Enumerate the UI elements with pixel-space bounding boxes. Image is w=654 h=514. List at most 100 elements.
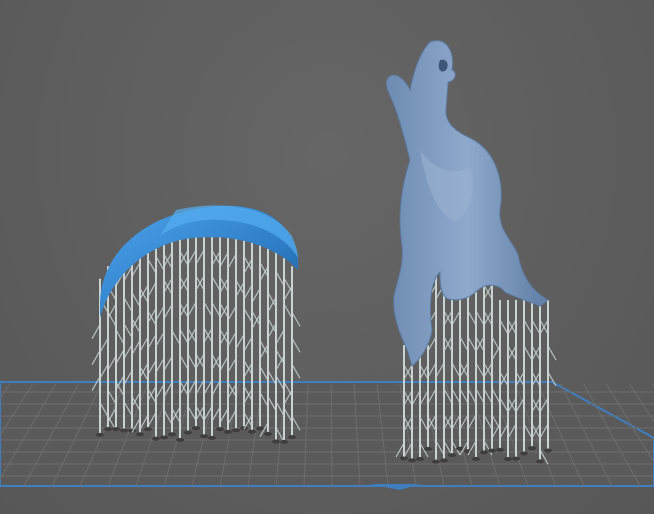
support-foot [536,459,544,464]
support-brace [435,362,445,378]
support-brace [475,310,485,326]
support-brace [139,366,149,381]
support-brace [155,256,165,271]
support-brace [243,258,253,274]
support-brace [243,284,253,300]
support-foot [224,429,232,434]
support-brace [275,355,285,371]
support-brace [427,362,437,378]
support-brace [115,349,125,364]
support-foot [232,428,240,433]
support-brace [163,304,173,319]
support-brace [219,278,229,293]
support-brace [547,345,557,361]
support-brace [235,279,245,295]
support-foot [488,448,496,453]
support-brace [451,362,461,378]
support-foot [216,427,224,432]
support-foot [544,448,552,453]
support-brace [219,304,229,319]
support-brace [251,288,261,303]
support-brace [155,331,165,347]
support-foot [264,431,272,436]
support-brace [203,301,213,317]
support-brace [467,310,477,326]
support-foot [192,426,200,431]
support-foot [176,438,184,443]
support-brace [491,345,501,361]
support-brace [243,336,253,352]
support-brace [131,340,141,355]
support-brace [99,363,109,379]
support-brace [195,249,205,265]
support-brace [139,362,149,378]
support-brace [243,256,253,271]
support-foot [280,439,288,444]
support-foot [512,456,520,461]
support-brace [227,253,237,269]
support-brace [131,292,141,307]
support-brace [219,252,229,267]
support-foot [424,446,432,451]
support-brace [243,362,253,378]
support-brace [147,310,157,326]
support-brace [283,285,293,301]
support-brace [499,319,509,335]
support-brace [187,354,197,369]
support-brace [523,345,533,361]
support-brace [123,344,133,359]
support-brace [147,334,157,349]
support-brace [139,336,149,352]
support-foot [152,436,160,441]
support-foot [184,430,192,435]
support-brace [259,366,269,381]
support-brace [211,276,221,291]
support-foot [168,432,176,437]
support-brace [211,302,221,317]
support-foot [504,457,512,462]
support-foot [200,434,208,439]
support-brace [147,360,157,375]
support-brace [219,302,229,318]
support-brace [107,311,117,327]
support-foot [272,439,280,444]
support-brace [171,330,181,345]
support-brace [227,357,237,373]
support-brace [243,308,253,323]
support-brace [243,360,253,375]
support-brace [187,301,197,317]
support-brace [131,262,141,277]
support-brace [227,331,237,347]
support-brace [115,329,125,345]
support-foot [496,447,504,452]
support-brace [147,258,157,274]
support-foot [440,458,448,463]
support-brace [275,329,285,345]
support-foot [136,432,144,437]
support-brace [219,328,229,344]
support-brace [139,288,149,303]
support-brace [251,314,261,329]
support-foot [416,457,424,462]
support-foot [432,459,440,464]
support-brace [235,334,245,349]
support-brace [283,277,293,293]
support-brace [227,305,237,321]
disc-object[interactable] [91,205,301,444]
support-brace [179,328,189,344]
support-foot [520,451,528,456]
support-brace [99,337,109,353]
support-foot [120,428,128,433]
support-brace [163,356,173,371]
support-brace [139,284,149,300]
support-brace [107,355,117,371]
support-brace [163,279,173,295]
3d-viewport[interactable] [0,0,654,514]
support-brace [251,310,261,326]
support-foot [408,458,416,463]
support-brace [155,357,165,373]
support-foot [528,446,536,451]
support-foot [112,427,120,432]
support-foot [160,435,168,440]
support-brace [523,319,533,335]
